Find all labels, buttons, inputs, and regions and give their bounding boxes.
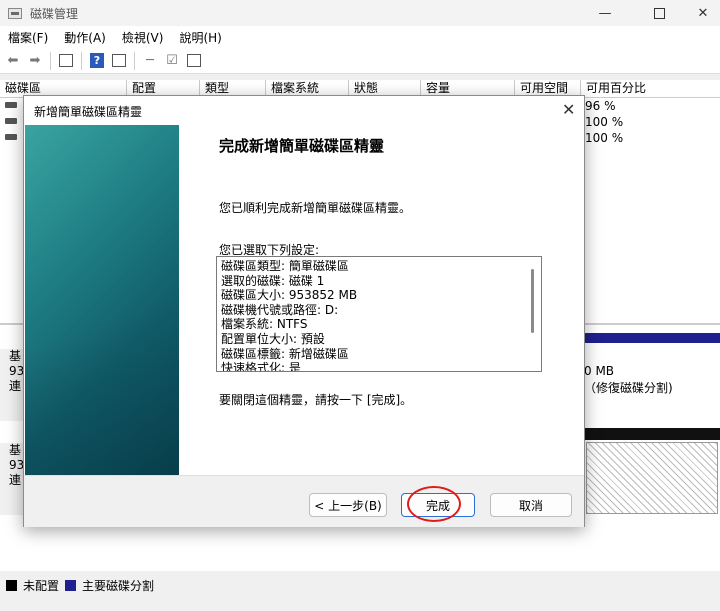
- dialog-titlebar: 新增簡單磁碟區精靈 ✕: [24, 96, 584, 125]
- percent-free-value: 100 %: [585, 115, 624, 129]
- primary-partition-bar: [584, 333, 720, 343]
- menu-help[interactable]: 說明(H): [171, 29, 229, 46]
- connect-icon[interactable]: ─: [141, 52, 159, 70]
- settings-summary-box[interactable]: 磁碟區類型: 簡單磁碟區 選取的磁碟: 磁碟 1 磁碟區大小: 953852 M…: [216, 256, 542, 372]
- maximize-button[interactable]: [636, 0, 682, 26]
- disk-management-app-icon: [8, 7, 22, 19]
- close-icon: ✕: [697, 5, 709, 21]
- setting-allocation-unit: 配置單位大小: 預設: [221, 331, 325, 346]
- toolbar: ⬅ ➡ ? ─ ☑: [0, 48, 720, 74]
- settings-scrollbar[interactable]: [531, 269, 534, 333]
- volume-icon: [5, 134, 17, 140]
- menu-bar: 檔案(F) 動作(A) 檢視(V) 說明(H): [0, 26, 720, 48]
- setting-volume-type: 磁碟區類型: 簡單磁碟區: [221, 259, 349, 273]
- toolbar-separator: [81, 51, 82, 70]
- recovery-partition[interactable]: 0 MB （修復磁碟分割): [584, 343, 720, 423]
- legend-unallocated: 未配置: [6, 577, 59, 594]
- window-title: 磁碟管理: [30, 6, 79, 21]
- dialog-close-button[interactable]: ✕: [562, 100, 575, 119]
- legend-label: 未配置: [23, 578, 60, 593]
- primary-partition-swatch: [65, 579, 77, 591]
- setting-drive-letter: 磁碟機代號或路徑: D:: [221, 302, 339, 317]
- minimize-button[interactable]: —: [582, 0, 628, 26]
- banner-wave-decoration: [25, 275, 179, 475]
- setting-selected-disk: 選取的磁碟: 磁碟 1: [221, 273, 325, 288]
- completed-text: 您已順利完成新增簡單磁碟區精靈。: [219, 201, 412, 215]
- dialog-title: 新增簡單磁碟區精靈: [34, 105, 143, 119]
- volume-icon: [5, 102, 17, 108]
- settings-list: 磁碟區類型: 簡單磁碟區 選取的磁碟: 磁碟 1 磁碟區大小: 953852 M…: [221, 259, 358, 372]
- column-percent-free[interactable]: 可用百分比: [581, 80, 720, 98]
- properties-icon[interactable]: [110, 52, 128, 70]
- legend-label: 主要磁碟分割: [82, 578, 155, 593]
- cancel-button[interactable]: 取消: [490, 493, 572, 517]
- toolbar-separator: [134, 51, 135, 70]
- checklist-icon[interactable]: ☑: [163, 52, 181, 70]
- menu-file[interactable]: 檔案(F): [0, 29, 56, 46]
- wizard-banner-image: [25, 125, 179, 475]
- status-bar: [0, 599, 720, 611]
- setting-file-system: 檔案系統: NTFS: [221, 317, 308, 332]
- legend: 未配置 主要磁碟分割: [0, 571, 720, 599]
- finish-highlight-circle: [407, 486, 461, 522]
- dialog-footer: < 上一步(B) 完成 取消: [24, 475, 584, 527]
- help-icon[interactable]: ?: [88, 52, 106, 70]
- minimize-icon: —: [598, 5, 612, 21]
- legend-primary-partition: 主要磁碟分割: [65, 577, 154, 594]
- partition-status-text: （修復磁碟分割): [584, 381, 673, 395]
- partition-size-text: 0 MB: [584, 364, 615, 378]
- show-hide-tree-icon[interactable]: [57, 52, 75, 70]
- percent-free-value: 96 %: [585, 99, 616, 113]
- back-arrow-icon[interactable]: ⬅: [4, 52, 22, 70]
- new-simple-volume-wizard: 新增簡單磁碟區精靈 ✕ 完成新增簡單磁碟區精靈 您已順利完成新增簡單磁碟區精靈。…: [23, 95, 585, 527]
- toolbar-separator: [50, 51, 51, 70]
- close-instruction-text: 要關閉這個精靈，請按一下 [完成]。: [219, 393, 413, 407]
- percent-free-value: 100 %: [585, 131, 624, 145]
- back-button[interactable]: < 上一步(B): [309, 493, 387, 517]
- wizard-heading: 完成新增簡單磁碟區精靈: [219, 137, 385, 155]
- menu-action[interactable]: 動作(A): [56, 29, 114, 46]
- wizard-content: 完成新增簡單磁碟區精靈 您已順利完成新增簡單磁碟區精靈。 您已選取下列設定: 磁…: [179, 125, 584, 475]
- close-button[interactable]: ✕: [680, 0, 720, 26]
- setting-volume-label: 磁碟區標籤: 新增磁碟區: [221, 346, 349, 361]
- volume-icon: [5, 118, 17, 124]
- unallocated-bar: [584, 428, 720, 440]
- unallocated-space[interactable]: [586, 442, 718, 514]
- menu-view[interactable]: 檢視(V): [114, 29, 172, 46]
- setting-volume-size: 磁碟區大小: 953852 MB: [221, 288, 358, 303]
- maximize-icon: [653, 7, 665, 19]
- setting-quick-format: 快速格式化: 是: [221, 361, 301, 372]
- forward-arrow-icon[interactable]: ➡: [26, 52, 44, 70]
- view-list-icon[interactable]: [185, 52, 203, 70]
- unallocated-swatch: [6, 579, 17, 591]
